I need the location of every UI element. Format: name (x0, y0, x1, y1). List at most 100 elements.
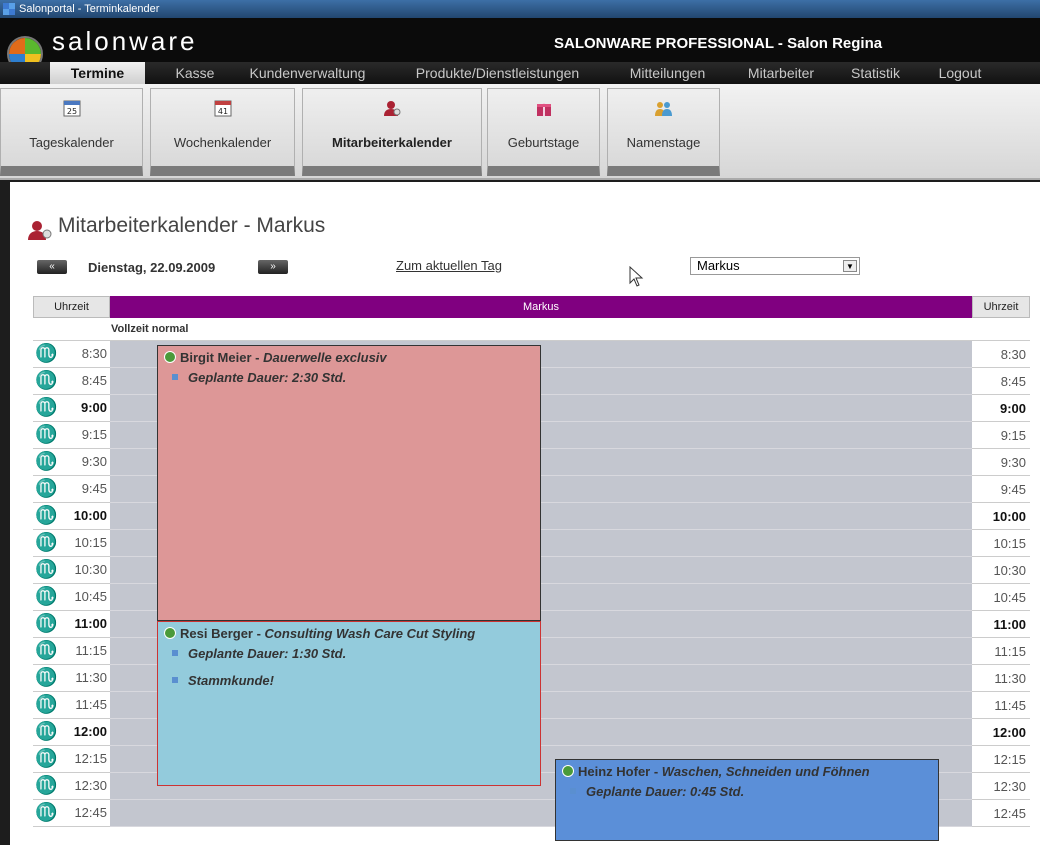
nav-termine[interactable]: Termine (50, 62, 145, 84)
appointment-duration: Geplante Dauer: 1:30 Std. (172, 646, 346, 661)
time-label: 12:45 (74, 805, 107, 820)
window-title: Salonportal - Terminkalender (19, 3, 160, 15)
time-cell-right: 12:00 (972, 719, 1030, 746)
time-label: 9:00 (999, 401, 1026, 416)
time-label: 10:30 (993, 563, 1026, 578)
time-cell-right: 8:30 (972, 341, 1030, 368)
time-cell-right: 9:15 (972, 422, 1030, 449)
scorpio-icon: ♏ (35, 613, 58, 634)
scorpio-icon: ♏ (35, 586, 58, 607)
time-cell-right: 11:15 (972, 638, 1030, 665)
today-link[interactable]: Zum aktuellen Tag (396, 258, 502, 273)
nav-mitteilungen[interactable]: Mitteilungen (610, 62, 725, 84)
nav-mitarbeiter[interactable]: Mitarbeiter (732, 62, 830, 84)
tageskalender-label: Tageskalender (29, 135, 114, 150)
time-label: 10:15 (74, 535, 107, 550)
geburtstage-button[interactable]: Geburtstage (487, 88, 600, 176)
time-label: 9:45 (81, 481, 107, 496)
time-label: 8:30 (81, 346, 107, 361)
calendar-day-icon: 25 (63, 100, 80, 117)
time-cell-left: ♏ 9:15 (33, 422, 110, 449)
current-date: Dienstag, 22.09.2009 (88, 260, 216, 275)
employee-select[interactable]: Markus ▼ (690, 257, 860, 275)
time-label: 11:30 (75, 670, 107, 685)
time-label: 11:45 (75, 697, 107, 712)
mitarbeiterkalender-button[interactable]: Mitarbeiterkalender (302, 88, 482, 176)
bullet-icon (172, 650, 178, 656)
time-cell-left: ♏ 12:30 (33, 773, 110, 800)
shift-label: Vollzeit normal (111, 323, 189, 335)
appointment-title: Resi Berger - Consulting Wash Care Cut S… (164, 626, 475, 641)
scorpio-icon: ♏ (35, 748, 58, 769)
time-header-left: Uhrzeit (33, 296, 110, 318)
appointment-heinz-hofer[interactable]: Heinz Hofer - Waschen, Schneiden und Föh… (555, 759, 939, 841)
time-label: 12:00 (73, 724, 107, 739)
check-icon (562, 765, 574, 777)
service-name: Waschen, Schneiden und Föhnen (661, 764, 870, 779)
time-cell-left: ♏ 10:15 (33, 530, 110, 557)
time-cell-left: ♏ 8:30 (33, 341, 110, 368)
time-cell-right: 12:45 (972, 800, 1030, 827)
bullet-icon (172, 677, 178, 683)
scorpio-icon: ♏ (35, 478, 58, 499)
scorpio-icon: ♏ (35, 370, 58, 391)
employee-icon (384, 101, 401, 116)
chevron-down-icon[interactable]: ▼ (843, 260, 857, 272)
shift-row: Vollzeit normal (33, 319, 1030, 341)
appointment-birgit-meier[interactable]: Birgit Meier - Dauerwelle exclusiv Gepla… (157, 345, 541, 621)
mitarbeiterkalender-label: Mitarbeiterkalender (332, 135, 452, 150)
time-label: 11:15 (994, 644, 1026, 659)
time-cell-right: 12:30 (972, 773, 1030, 800)
namenstage-label: Namenstage (626, 135, 701, 150)
appointment-resi-berger[interactable]: Resi Berger - Consulting Wash Care Cut S… (157, 621, 541, 786)
sub-nav: 25 Tageskalender 41 Wochenkalender Mitar… (0, 84, 1040, 180)
time-label: 11:30 (994, 671, 1026, 686)
employee-column-header: Markus (110, 296, 972, 318)
prev-day-button[interactable]: « (37, 260, 67, 274)
tageskalender-button[interactable]: 25 Tageskalender (0, 88, 143, 176)
time-label: 11:00 (993, 617, 1026, 632)
time-cell-left: ♏ 10:00 (33, 503, 110, 530)
time-cell-left: ♏ 11:00 (33, 611, 110, 638)
wochenkalender-button[interactable]: 41 Wochenkalender (150, 88, 295, 176)
time-label: 9:15 (81, 427, 107, 442)
time-label: 12:45 (993, 806, 1026, 821)
nav-logout[interactable]: Logout (925, 62, 995, 84)
time-label: 9:15 (1000, 428, 1026, 443)
service-name: Consulting Wash Care Cut Styling (264, 626, 476, 641)
bullet-icon (570, 788, 576, 794)
nav-produkte[interactable]: Produkte/Dienstleistungen (400, 62, 595, 84)
time-label: 10:00 (992, 509, 1026, 524)
check-icon (164, 351, 176, 363)
time-cell-right: 11:00 (972, 611, 1030, 638)
time-cell-right: 9:30 (972, 449, 1030, 476)
nav-kundenverwaltung[interactable]: Kundenverwaltung (235, 62, 380, 84)
time-label: 12:00 (992, 725, 1026, 740)
time-cell-left: ♏ 9:30 (33, 449, 110, 476)
appointment-duration: Geplante Dauer: 0:45 Std. (570, 784, 744, 799)
time-label: 10:00 (73, 508, 107, 523)
time-cell-right: 9:00 (972, 395, 1030, 422)
time-label: 10:15 (993, 536, 1026, 551)
time-label: 8:30 (1000, 347, 1026, 362)
scorpio-icon: ♏ (35, 397, 58, 418)
nav-kasse[interactable]: Kasse (165, 62, 225, 84)
calendar-day-badge: 25 (66, 107, 76, 116)
time-label: 11:00 (74, 616, 107, 631)
time-label: 8:45 (81, 373, 107, 388)
next-day-button[interactable]: » (258, 260, 288, 274)
time-cell-right: 11:45 (972, 692, 1030, 719)
time-cell-left: ♏ 12:15 (33, 746, 110, 773)
gift-icon (536, 103, 551, 116)
time-label: 11:45 (994, 698, 1026, 713)
nav-statistik[interactable]: Statistik (838, 62, 913, 84)
appointment-note: Stammkunde! (172, 673, 274, 688)
time-label: 12:15 (74, 751, 107, 766)
client-name: Birgit Meier (180, 350, 252, 365)
namenstage-button[interactable]: Namenstage (607, 88, 720, 176)
page-title: Mitarbeiterkalender - Markus (58, 214, 326, 237)
time-cell-left: ♏ 12:00 (33, 719, 110, 746)
bullet-icon (172, 374, 178, 380)
employee-icon (28, 221, 52, 240)
window-app-icon (3, 3, 15, 15)
